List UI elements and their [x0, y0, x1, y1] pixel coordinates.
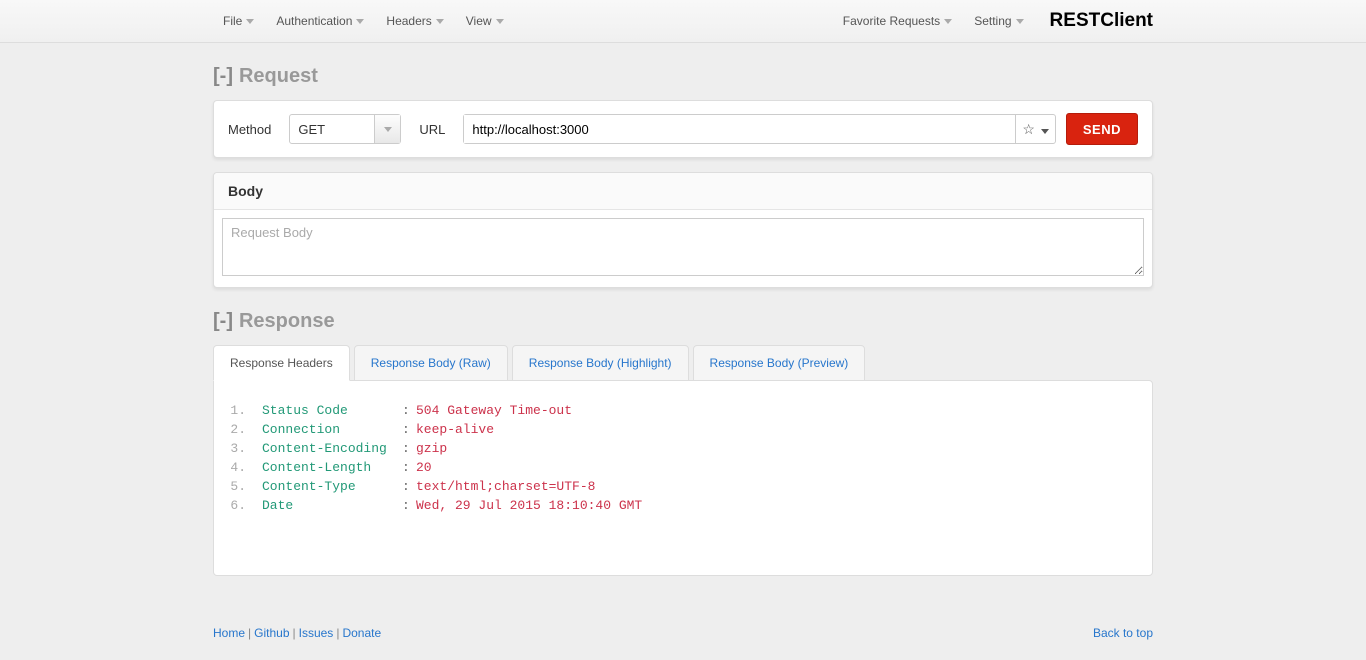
menu-item-file[interactable]: File: [213, 8, 264, 34]
footer: Home|Github|Issues|Donate Back to top: [213, 626, 1153, 640]
line-number: 2.: [228, 422, 262, 437]
url-input[interactable]: [464, 115, 1015, 143]
header-colon: :: [402, 403, 416, 418]
header-row: 1.Status Code:504 Gateway Time-out: [228, 401, 1138, 420]
footer-links: Home|Github|Issues|Donate: [213, 626, 381, 640]
header-row: 5.Content-Type:text/html;charset=UTF-8: [228, 477, 1138, 496]
back-to-top-link[interactable]: Back to top: [1093, 626, 1153, 640]
header-row: 4.Content-Length:20: [228, 458, 1138, 477]
menu-right: Favorite RequestsSetting: [833, 8, 1034, 34]
header-name: Content-Type: [262, 479, 402, 494]
footer-link-github[interactable]: Github: [254, 626, 289, 640]
line-number: 5.: [228, 479, 262, 494]
request-panel: Method GET URL ☆ SEND: [213, 100, 1153, 158]
tab-response-body-raw-[interactable]: Response Body (Raw): [354, 345, 508, 381]
method-value: GET: [298, 122, 325, 137]
header-row: 6.Date:Wed, 29 Jul 2015 18:10:40 GMT: [228, 496, 1138, 515]
header-name: Connection: [262, 422, 402, 437]
tab-response-body-preview-[interactable]: Response Body (Preview): [693, 345, 866, 381]
line-number: 6.: [228, 498, 262, 513]
chevron-down-icon: [436, 19, 444, 24]
chevron-down-icon: [944, 19, 952, 24]
line-number: 3.: [228, 441, 262, 456]
favorite-star-icon[interactable]: ☆: [1022, 121, 1035, 138]
method-dropdown-icon[interactable]: [374, 115, 400, 143]
chevron-down-icon: [246, 19, 254, 24]
menu-item-favorite-requests[interactable]: Favorite Requests: [833, 8, 962, 34]
header-name: Status Code: [262, 403, 402, 418]
url-input-wrap: ☆: [463, 114, 1055, 144]
tab-response-headers[interactable]: Response Headers: [213, 345, 350, 381]
header-row: 2.Connection:keep-alive: [228, 420, 1138, 439]
footer-link-home[interactable]: Home: [213, 626, 245, 640]
header-name: Content-Encoding: [262, 441, 402, 456]
header-colon: :: [402, 479, 416, 494]
header-value: text/html;charset=UTF-8: [416, 479, 595, 494]
collapse-icon[interactable]: [-]: [213, 310, 233, 333]
response-headers-list: 1.Status Code:504 Gateway Time-out2.Conn…: [228, 401, 1138, 515]
body-header: Body: [214, 173, 1152, 210]
chevron-down-icon: [496, 19, 504, 24]
header-name: Content-Length: [262, 460, 402, 475]
line-number: 1.: [228, 403, 262, 418]
send-button[interactable]: SEND: [1066, 113, 1138, 145]
chevron-down-icon: [1016, 19, 1024, 24]
header-colon: :: [402, 422, 416, 437]
line-number: 4.: [228, 460, 262, 475]
body-panel: Body: [213, 172, 1153, 288]
response-tabs: Response HeadersResponse Body (Raw)Respo…: [213, 345, 1153, 381]
header-row: 3.Content-Encoding:gzip: [228, 439, 1138, 458]
footer-link-issues[interactable]: Issues: [299, 626, 334, 640]
response-section-title: [-] Response: [213, 310, 1153, 333]
menu-item-setting[interactable]: Setting: [964, 8, 1033, 34]
menu-item-authentication[interactable]: Authentication: [266, 8, 374, 34]
footer-link-donate[interactable]: Donate: [342, 626, 381, 640]
method-label: Method: [228, 122, 271, 137]
response-content: 1.Status Code:504 Gateway Time-out2.Conn…: [213, 380, 1153, 576]
header-value: keep-alive: [416, 422, 494, 437]
brand: RESTClient: [1050, 10, 1153, 32]
response-title-text: Response: [239, 310, 335, 333]
url-label: URL: [419, 122, 445, 137]
header-colon: :: [402, 498, 416, 513]
collapse-icon[interactable]: [-]: [213, 65, 233, 88]
header-value: 20: [416, 460, 432, 475]
tab-response-body-highlight-[interactable]: Response Body (Highlight): [512, 345, 689, 381]
method-select[interactable]: GET: [289, 114, 401, 144]
url-history-dropdown-icon[interactable]: [1041, 121, 1049, 137]
menu-item-view[interactable]: View: [456, 8, 514, 34]
header-name: Date: [262, 498, 402, 513]
header-value: gzip: [416, 441, 447, 456]
header-colon: :: [402, 441, 416, 456]
menu-item-headers[interactable]: Headers: [376, 8, 453, 34]
request-title-text: Request: [239, 65, 318, 88]
topbar: FileAuthenticationHeadersView Favorite R…: [0, 0, 1366, 43]
request-body-input[interactable]: [222, 218, 1144, 276]
request-section-title: [-] Request: [213, 65, 1153, 88]
menu-left: FileAuthenticationHeadersView: [213, 8, 514, 34]
header-value: 504 Gateway Time-out: [416, 403, 572, 418]
header-value: Wed, 29 Jul 2015 18:10:40 GMT: [416, 498, 642, 513]
header-colon: :: [402, 460, 416, 475]
chevron-down-icon: [356, 19, 364, 24]
